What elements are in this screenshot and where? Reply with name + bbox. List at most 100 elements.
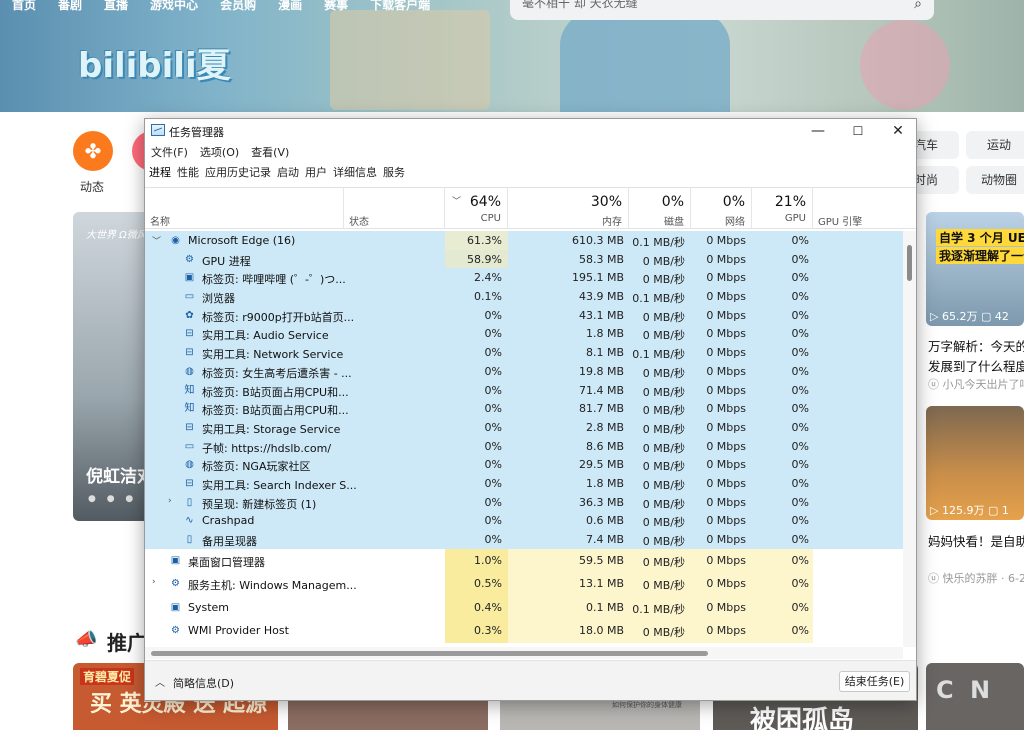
collapse-chevron-icon[interactable]: ﹀ [152,234,162,247]
column-gpu[interactable]: 21% GPU [752,188,813,229]
process-name: 标签页: B站页面占用CPU和... [202,385,349,399]
process-name: 浏览器 [202,292,235,306]
vertical-scrollbar[interactable] [903,231,916,647]
column-gpu-engine[interactable]: GPU 引擎 [813,188,916,229]
scrollbar-thumb[interactable] [907,245,912,281]
column-name[interactable]: 名称 [145,188,344,229]
tab-processes[interactable]: 进程 [149,164,171,180]
process-row[interactable]: ▯ 备用呈现器 0% 7.4 MB 0 MB/秒 0 Mbps 0% [145,530,903,549]
process-row[interactable]: › ▯ 预呈现: 新建标签页 (1) 0% 36.3 MB 0 MB/秒 0 Mbps 0% [145,492,903,512]
nav-manga[interactable]: 漫画 [278,0,302,13]
process-row[interactable]: ⚙ WMI Provider Host 0.3% 18.0 MB 0 MB/秒 0 Mbp… [145,619,903,643]
end-task-button[interactable]: 结束任务(E) [839,671,910,692]
tab-performance[interactable]: 性能 [177,164,199,180]
process-row[interactable]: ⊟ 实用工具: Audio Service 0% 1.8 MB 0 MB/秒 0 Mbps… [145,324,903,344]
process-row[interactable]: ▭ 子帧: https://hdslb.com/0% 8.6 MB 0 MB/秒 0 M… [145,436,903,456]
horizontal-scrollbar[interactable] [145,647,903,659]
disk-value: 0 MB/秒 [642,441,685,455]
process-name: 标签页: r9000p打开b站首页... [202,310,355,324]
column-network[interactable]: 0% 网络 [691,188,752,229]
chevron-up-icon[interactable]: ︿ [155,674,165,689]
column-status[interactable]: 状态 [344,188,445,229]
disk-value: 0 MB/秒 [642,626,685,640]
process-row[interactable]: ▣ 标签页: 哔哩哔哩 (゜-゜)つ... 2.4% 195.1 MB 0 MB/秒 0 … [145,268,903,288]
zhihu-tab-icon: 知 [184,403,195,415]
column-cpu[interactable]: 64% CPU [445,188,508,229]
tab-services[interactable]: 服务 [383,164,405,180]
menu-file[interactable]: 文件(F) [151,144,188,160]
tab-app-history[interactable]: 应用历史记录 [205,164,271,180]
process-row[interactable]: ▣ System 0.4% 0.1 MB 0.1 MB/秒 0 Mbps 0% [145,595,903,620]
page-icon: ▯ [186,496,193,508]
menu-view[interactable]: 查看(V) [251,144,289,160]
process-row[interactable]: ∿ Crashpad 0% 0.6 MB 0 MB/秒 0 Mbps 0% [145,511,903,530]
video-title[interactable]: 万字解析：今天的 [928,336,1024,355]
task-manager-window: 任务管理器 — ☐ ✕ 文件(F) 选项(O) 查看(V) 进程 性能 应用历史… [144,118,917,701]
network-value: 0 Mbps [706,364,746,378]
process-row[interactable]: ⊟ 实用工具: Network Service 0% 8.1 MB 0.1 MB/秒 0 … [145,343,903,362]
nav-events[interactable]: 赛事 [324,0,348,13]
network-value: 0 Mbps [706,577,746,591]
uploader-name[interactable]: ⓤ 快乐的苏胖 · 6-2 [928,570,1024,586]
video-title[interactable]: 发展到了什么程度 [928,356,1024,375]
fewer-details-link[interactable]: 简略信息(D) [173,675,234,691]
process-row[interactable]: ⚙ GPU 进程 58.9% 58.3 MB 0 MB/秒 0 Mbps 0% [145,249,903,269]
process-row[interactable]: ◍ 标签页: 女生高考后遭杀害 - ... 0% 19.8 MB 0 MB/秒 0 Mbp… [145,361,903,381]
cpu-value: 0% [484,476,502,490]
banner-illustration [330,10,490,110]
nav-games[interactable]: 游戏中心 [150,0,198,13]
maximize-button[interactable]: ☐ [838,119,878,143]
utility-icon: ⊟ [185,421,194,433]
menu-options[interactable]: 选项(O) [200,144,239,160]
process-row[interactable]: ▣ 桌面窗口管理器 1.0% 59.5 MB 0 MB/秒 0 Mbps 0% [145,548,903,573]
disk-label: 磁盘 [664,217,684,228]
expand-chevron-icon[interactable]: › [152,577,162,587]
cpu-value: 0% [484,420,502,434]
cpu-value: 0% [484,495,502,509]
uploader-name[interactable]: ⓤ 小凡今天出片了吗 [928,376,1024,392]
close-button[interactable]: ✕ [878,119,916,143]
video-banner-text: 我逐渐理解了一个 [936,247,1024,264]
minimize-button[interactable]: — [798,119,838,143]
tab-details[interactable]: 详细信息 [333,164,377,180]
tab-users[interactable]: 用户 [305,164,327,180]
column-memory[interactable]: 30% 内存 [508,188,629,229]
process-row[interactable]: ⊟ 实用工具: Storage Service 0% 2.8 MB 0 MB/秒 0 Mb… [145,417,903,437]
network-value: 0 Mbps [706,308,746,322]
memory-value: 195.1 MB [571,271,624,285]
process-row[interactable]: ✿ 标签页: r9000p打开b站首页... 0% 43.1 MB 0 MB/秒 0 Mb… [145,305,903,325]
process-row[interactable]: ﹀ ◉ Microsoft Edge (16) 61.3% 610.3 MB 0.1 MB… [145,231,903,250]
column-disk[interactable]: 0% 磁盘 [629,188,691,229]
banner-illustration [860,20,950,110]
process-name: GPU 进程 [202,254,251,268]
nav-home[interactable]: 首页 [12,0,36,13]
process-row[interactable]: 知标签页: B站页面占用CPU和... 0% 81.7 MB 0 MB/秒 0 Mbps… [145,399,903,418]
tab-startup[interactable]: 启动 [277,164,299,180]
disk-value: 0 MB/秒 [642,579,685,593]
expand-chevron-icon[interactable]: › [168,496,178,506]
nav-shop[interactable]: 会员购 [220,0,256,13]
process-row[interactable]: ⊟ 实用工具: Search Indexer S... 0% 1.8 MB 0 MB/秒… [145,473,903,493]
title-bar[interactable]: 任务管理器 — ☐ ✕ [145,119,916,143]
search-input[interactable]: 毫不相干 却 天衣无缝 ⌕ [510,0,934,20]
gpu-value: 0% [791,553,809,567]
process-row[interactable]: › ⚙ 服务主机: Windows Managem... 0.5% 13.1 MB 0 M… [145,572,903,596]
scrollbar-thumb[interactable] [151,651,708,656]
nav-live[interactable]: 直播 [104,0,128,13]
process-row[interactable]: 知标签页: B站页面占用CPU和... 0% 71.4 MB 0 MB/秒 0 Mbps… [145,380,903,400]
search-icon[interactable]: ⌕ [914,0,922,12]
nav-anime[interactable]: 番剧 [58,0,82,13]
process-name: 标签页: 哔哩哔哩 (゜-゜)つ... [202,273,346,287]
dynamic-channel-label[interactable]: 动态 [80,178,104,195]
megaphone-icon: 📣 [75,629,98,650]
process-name: 实用工具: Audio Service [202,329,329,343]
process-row[interactable]: ▭ 浏览器 0.1% 43.9 MB 0.1 MB/秒 0 Mbps 0% [145,287,903,306]
process-row[interactable]: ◍ 标签页: NGA玩家社区 0% 29.5 MB 0 MB/秒 0 Mbps 0% [145,455,903,474]
memory-value: 43.1 MB [578,308,624,322]
dynamic-channel-icon[interactable]: ✤ [73,131,113,171]
video-title[interactable]: 妈妈快看！是自助 [928,531,1024,550]
tag-animals[interactable]: 动物圈 [966,166,1024,194]
nav-download[interactable]: 下载客户端 [370,0,430,13]
tag-sports[interactable]: 运动 [966,131,1024,159]
site-logo[interactable]: bilibili夏 [78,38,231,87]
